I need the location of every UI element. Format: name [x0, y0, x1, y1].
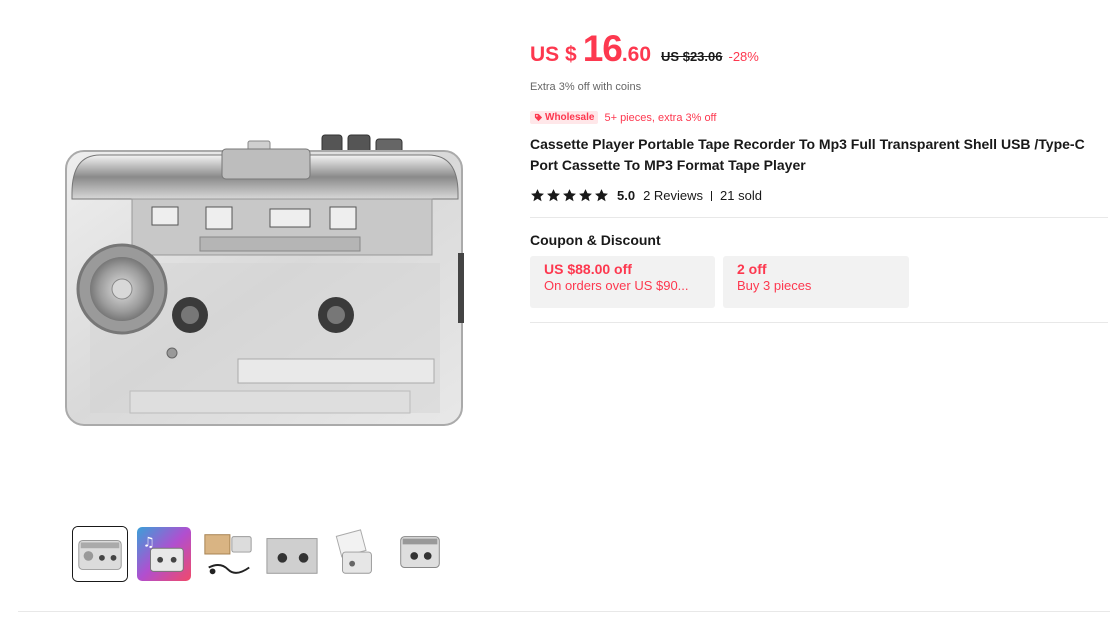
product-title: Cassette Player Portable Tape Recorder T…	[530, 136, 1085, 173]
cassette-angle-thumb	[393, 527, 447, 581]
rating-score: 5.0	[617, 188, 636, 203]
coupon-card[interactable]: US $88.00 off On orders over US $90...	[530, 256, 715, 308]
coupon-list: US $88.00 off On orders over US $90... 2…	[530, 256, 1110, 308]
original-price: US $23.06	[661, 49, 723, 64]
page-divider	[18, 611, 1110, 612]
discount-percent: -28%	[728, 49, 759, 64]
cassette-player-thumb	[73, 527, 127, 581]
sold-count: 21 sold	[720, 188, 762, 203]
wholesale-text: 5+ pieces, extra 3% off	[604, 111, 717, 124]
section-divider	[530, 322, 1108, 323]
thumbnail-strip: ♫	[72, 526, 448, 582]
coins-discount-text: Extra 3% off with coins	[530, 81, 642, 93]
star-icon	[579, 189, 592, 202]
thumbnail-2[interactable]: ♫	[136, 526, 192, 582]
rating-stars	[530, 188, 609, 203]
rating-row: 5.0 2 Reviews 21 sold	[530, 188, 1110, 203]
wholesale-row: Wholesale 5+ pieces, extra 3% off	[530, 111, 1110, 124]
cassette-open-thumb	[329, 527, 383, 581]
thumbnail-5[interactable]	[328, 526, 384, 582]
wholesale-badge-label: Wholesale	[545, 112, 595, 123]
coupon-headline: 2 off	[737, 261, 767, 277]
tag-icon	[534, 113, 543, 122]
coupon-detail: On orders over US $90...	[544, 278, 689, 293]
coupon-card[interactable]: 2 off Buy 3 pieces	[723, 256, 909, 308]
coupon-section-title: Coupon & Discount	[530, 232, 661, 248]
thumbnail-6[interactable]	[392, 526, 448, 582]
cassette-music-thumb: ♫	[137, 527, 191, 581]
rating-separator	[711, 190, 713, 201]
price-currency: US $	[530, 43, 577, 66]
coupon-headline: US $88.00 off	[544, 261, 632, 277]
thumbnail-1[interactable]	[72, 526, 128, 582]
price-row: US $ 16 .60 US $23.06 -28%	[530, 28, 1110, 78]
cassette-closeup-thumb	[265, 527, 319, 581]
coupon-detail: Buy 3 pieces	[737, 278, 812, 293]
thumbnail-4[interactable]	[264, 526, 320, 582]
section-divider	[530, 217, 1108, 218]
price-decimal: .60	[621, 43, 652, 66]
main-product-image[interactable]	[60, 133, 468, 428]
price-integer: 16	[582, 28, 623, 69]
thumbnail-3[interactable]	[200, 526, 256, 582]
package-contents-thumb	[201, 527, 255, 581]
cassette-player-image	[65, 134, 464, 426]
star-icon	[531, 189, 544, 202]
product-info-panel: US $ 16 .60 US $23.06 -28% Extra 3% off …	[530, 28, 1110, 323]
star-icon	[547, 189, 560, 202]
star-icon	[563, 189, 576, 202]
reviews-link[interactable]: 2 Reviews	[643, 188, 703, 203]
star-icon	[595, 189, 608, 202]
wholesale-badge: Wholesale	[530, 111, 599, 124]
